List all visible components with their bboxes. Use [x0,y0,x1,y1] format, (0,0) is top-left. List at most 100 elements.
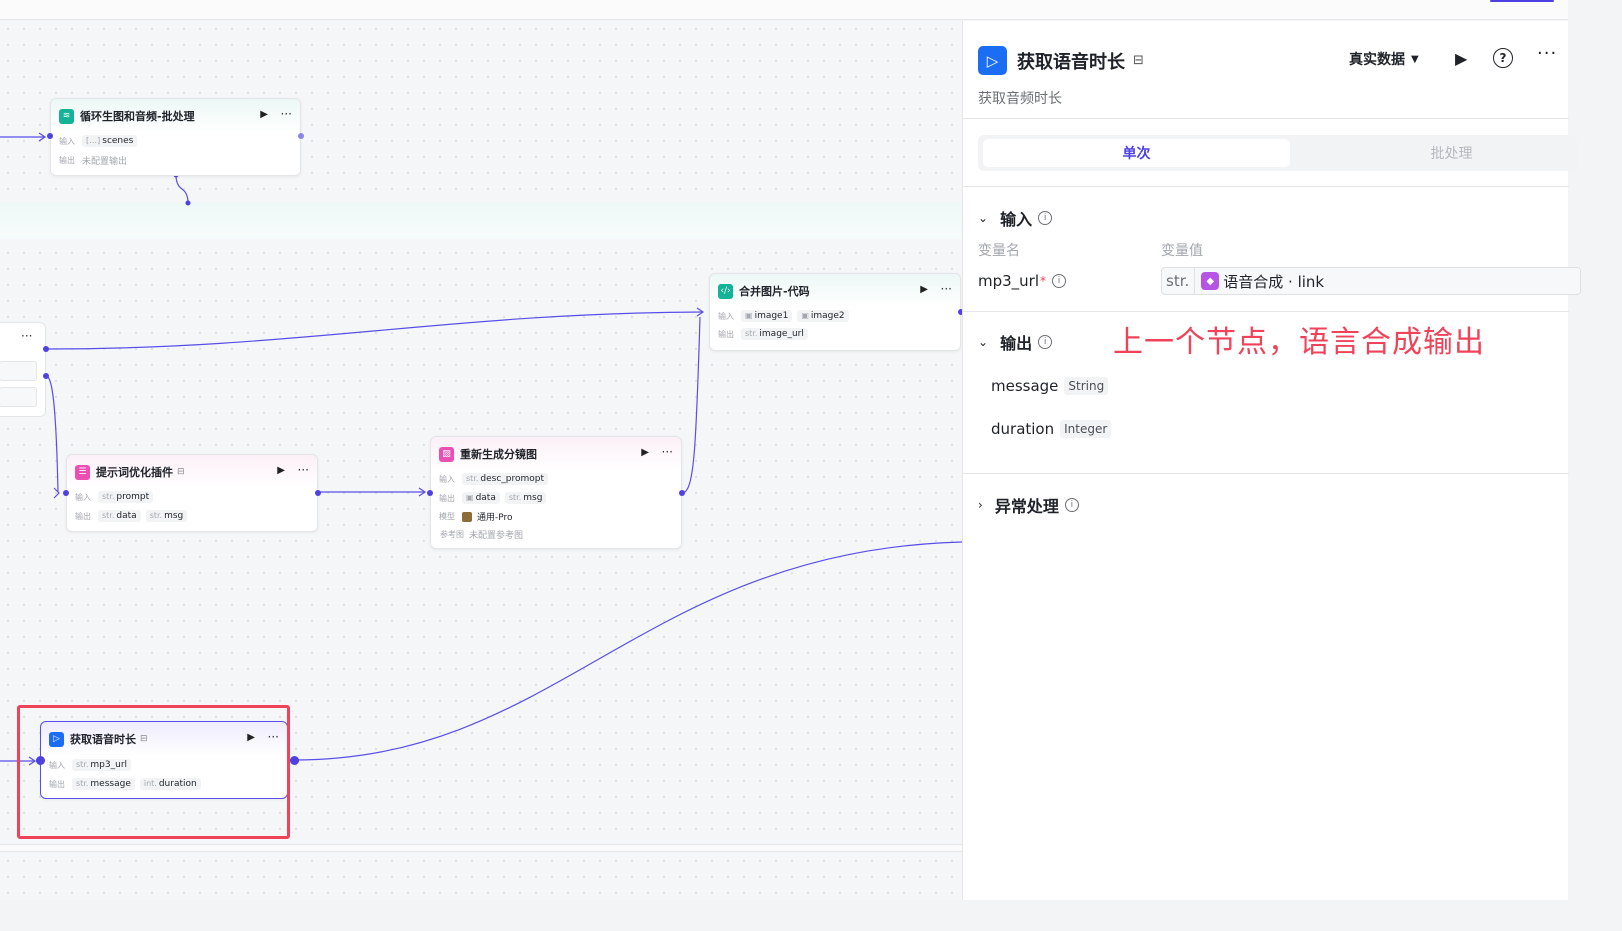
run-icon[interactable]: ▶ [1455,49,1467,68]
node-input-row: 输入 str. desc_promopt [439,473,549,485]
output-var-name: message [991,377,1059,395]
chevron-down-icon[interactable]: ⌄ [978,335,988,349]
code-icon: ‹/› [718,283,733,299]
tab-batch[interactable]: 批处理 [1298,139,1605,167]
layers-icon: ≋ [59,108,74,124]
tag-value: image1 [754,311,789,321]
run-icon[interactable]: ▶ [920,284,928,295]
input-var-value-field[interactable]: str. ◆ 语音合成 · link [1161,267,1581,295]
image-icon: ▣ [801,311,809,320]
run-mode-tabs: 单次 批处理 [978,135,1578,171]
workflow-canvas[interactable]: ··· ≋ 循环生图和音频-批处理 ▶ ··· 输入 […] scenes 输出 … [0,21,962,900]
output-var-type: String [1064,377,1109,395]
exception-section-header[interactable]: › 异常处理 i [978,493,1079,517]
caret-down-icon[interactable]: ▼ [1411,54,1419,65]
more-icon[interactable]: ··· [941,282,952,296]
node-output-row: 输出 未配置输出 [59,154,127,167]
output-port[interactable] [298,133,304,139]
model-value: 通用-Pro [477,513,513,523]
annotation-text: 上一个节点，语言合成输出 [1113,325,1485,360]
tag-value: prompt [116,492,150,502]
image-gen-icon: ▨ [439,446,454,462]
divider [963,473,1569,474]
plugin-cube-icon: ◆ [1201,272,1220,290]
section-title: 输入 [1000,210,1033,229]
run-icon[interactable]: ▶ [260,109,268,120]
more-icon[interactable]: ··· [21,329,32,343]
output-tag: str. image_url [741,328,808,340]
run-icon[interactable]: ▶ [641,447,649,458]
input-var-name: mp3_url * i [978,272,1067,290]
edge-duration-out [293,541,962,761]
input-port[interactable] [63,490,69,496]
node-batch[interactable]: ≋ 循环生图和音频-批处理 ▶ ··· 输入 […] scenes 输出 未配置输… [47,98,304,176]
input-label: 输入 [59,136,75,146]
output-port[interactable] [679,490,685,496]
output-var-row: duration Integer [991,420,1112,438]
output-value: 未配置输出 [82,157,128,167]
input-label: 输入 [718,311,734,321]
node-ref-row: 参考图 未配置参考图 [440,528,523,541]
required-mark: * [1040,274,1047,288]
input-port[interactable] [427,490,433,496]
node-title: 合并图片-代码 [739,285,810,298]
output-port[interactable] [43,373,49,379]
output-section-header[interactable]: ⌄ 输出 i [978,330,1053,354]
col-var-name: 变量名 [978,243,1020,259]
plugin-icon: ☰ [75,464,90,480]
offscreen-node[interactable]: ··· [0,322,46,417]
media-play-icon: ▷ [978,46,1007,75]
input-tag: ▣ image2 [797,310,849,322]
edge-batch-loop [175,174,189,204]
input-section-header[interactable]: ⌄ 输入 i [978,206,1053,230]
node-config-panel: ▷ 获取语音时长 ⊟ 获取音频时长 真实数据 ▼ ▶ ? ··· 单次 批处理 … [962,21,1581,900]
input-port[interactable] [47,133,53,139]
tag-value: data [116,511,137,521]
input-label: 输入 [75,492,91,502]
node-title: 提示词优化插件 [96,466,173,479]
data-mode-select[interactable]: 真实数据 [1349,49,1405,69]
col-var-value: 变量值 [1161,243,1203,259]
more-icon[interactable]: ··· [662,445,673,459]
more-icon[interactable]: ··· [298,463,309,477]
chevron-right-icon[interactable]: › [978,498,983,512]
run-icon[interactable]: ▶ [277,465,285,476]
node-merge-image[interactable]: ‹/› 合并图片-代码 ▶ ··· 输入 ▣ image1 ▣ image2 输出 … [709,273,962,351]
tab-single[interactable]: 单次 [983,139,1290,167]
panel-header: ▷ 获取语音时长 ⊟ [978,46,1144,75]
info-icon[interactable]: i [1052,274,1067,288]
tag-value: image_url [759,329,804,339]
output-port[interactable] [290,756,299,765]
output-tag: str. msg [504,492,547,504]
node-prompt-plugin[interactable]: ☰ 提示词优化插件 ⊟ ▶ ··· 输入 str. prompt 输出 str. d… [63,454,321,532]
help-icon[interactable]: ? [1493,48,1513,68]
output-label: 输出 [439,493,455,503]
output-label: 输出 [75,511,91,521]
info-icon[interactable]: i [1038,211,1053,225]
type-prefix: str. [1162,268,1196,294]
node-input-row: 输入 ▣ image1 ▣ image2 [718,310,849,322]
node-model-row: 模型 通用-Pro [439,510,513,523]
tag-value: image2 [810,311,845,321]
section-title: 异常处理 [994,497,1059,516]
tag-type: str. [149,511,163,520]
output-port[interactable] [315,490,321,496]
tag-type: str. [102,511,115,520]
edge-to-merge [45,311,703,350]
more-icon[interactable]: ··· [1537,43,1557,64]
info-icon[interactable]: i [1064,498,1079,512]
more-icon[interactable]: ··· [281,107,292,121]
node-output-row: 输出 ▣ data str. msg [439,492,547,504]
tag-value: msg [523,493,543,503]
edge-batch-loop-dot2 [185,200,191,206]
output-tag: ▣ data [462,492,500,504]
input-tag: str. prompt [98,491,154,503]
info-icon[interactable]: i [1038,335,1053,349]
node-regen-image[interactable]: ▨ 重新生成分镜图 ▶ ··· 输入 str. desc_promopt 输出 ▣… [427,436,685,549]
output-var-type: Integer [1060,420,1112,438]
output-port[interactable] [43,346,49,352]
tag-value: msg [164,511,184,521]
edge-regen-to-merge [681,316,701,494]
chevron-down-icon[interactable]: ⌄ [978,211,988,225]
input-tag: […] scenes [82,135,138,147]
